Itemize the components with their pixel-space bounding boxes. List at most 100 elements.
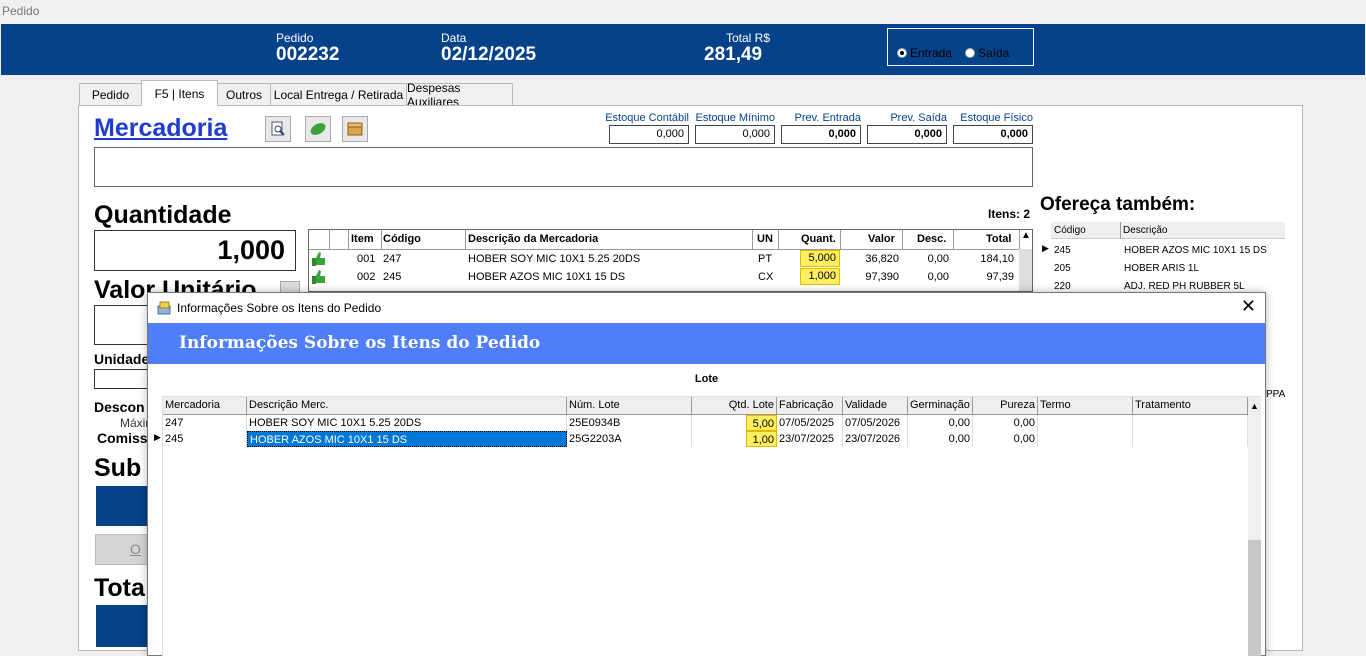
leaf-icon: [310, 123, 326, 135]
offer-row-codigo: 245: [1054, 245, 1071, 256]
radio-saida-label: Saída: [978, 46, 1010, 60]
row-mercadoria: 245: [163, 431, 247, 447]
offer-partial-text: PPA: [1266, 389, 1286, 400]
data-label: Data: [441, 31, 467, 45]
row-pointer-icon: ▶: [1042, 243, 1049, 253]
row-codigo: 245: [383, 271, 402, 283]
window-title: Pedido: [2, 4, 40, 18]
estoque-contabil-field[interactable]: 0,000: [609, 125, 689, 144]
mercadoria-description-field[interactable]: [94, 147, 1033, 187]
box-icon: [347, 122, 363, 136]
row-item: 002: [357, 271, 376, 283]
subtotal-label: Sub: [94, 454, 142, 482]
row-pureza: 0,00: [973, 431, 1038, 447]
row-germinacao: 0,00: [908, 415, 973, 431]
pedido-value: 002232: [276, 44, 340, 65]
comissao-label: Comiss: [97, 430, 148, 446]
lot-info-dialog: Informações Sobre os Itens do Pedido ✕ I…: [147, 292, 1266, 656]
total-value: 281,49: [704, 44, 763, 65]
scroll-up-icon[interactable]: ▲: [1019, 230, 1032, 249]
radio-selected-icon: [897, 48, 907, 58]
tab-outros[interactable]: Outros: [217, 83, 271, 105]
prev-saida-field[interactable]: 0,000: [867, 125, 947, 144]
close-icon[interactable]: ✕: [1241, 296, 1256, 317]
row-un: CX: [758, 271, 774, 283]
lote-scrollbar-track[interactable]: [1248, 415, 1261, 656]
offer-row-descricao: HOBER AZOS MIC 10X1 15 DS: [1124, 245, 1267, 256]
leaf-button[interactable]: [305, 116, 331, 142]
row-tratamento: [1133, 431, 1248, 447]
scroll-up-icon[interactable]: ▲: [1248, 397, 1261, 415]
estoque-contabil-label: Estoque Contábil: [605, 112, 689, 124]
offer-col-codigo: Código: [1054, 225, 1086, 236]
quantidade-label: Quantidade: [94, 201, 232, 229]
ok-button[interactable]: O: [95, 534, 151, 565]
pedido-label: Pedido: [276, 31, 314, 45]
prev-entrada-label: Prev. Entrada: [794, 112, 861, 124]
row-validade: 23/07/2026: [843, 431, 908, 447]
col-descricao: Descrição da Mercadoria: [468, 233, 599, 245]
offer-col-descricao: Descrição: [1123, 225, 1168, 236]
estoque-fisico-field[interactable]: 0,000: [953, 125, 1033, 144]
col-tratamento: Tratamento: [1133, 397, 1248, 415]
col-qtd-lote: Qtd. Lote: [692, 397, 777, 415]
desconto-label: Descon: [94, 399, 145, 415]
lote-grid: Mercadoria Descrição Merc. Núm. Lote Qtd…: [154, 396, 1261, 656]
row-mercadoria: 247: [163, 415, 247, 431]
offer-row-descricao: HOBER ARIS 1L: [1124, 263, 1200, 274]
tab-local-entrega[interactable]: Local Entrega / Retirada: [270, 83, 407, 105]
lote-section-label: Lote: [694, 373, 719, 385]
radio-entrada-label: Entrada: [910, 46, 953, 60]
row-pointer-icon: ▶: [154, 432, 161, 442]
tab-itens[interactable]: F5 | Itens: [141, 80, 218, 106]
col-num-lote: Núm. Lote: [567, 397, 692, 415]
items-grid: Item Código Descrição da Mercadoria UN Q…: [308, 229, 1033, 292]
radio-entrada[interactable]: Entrada: [897, 46, 952, 60]
estoque-fisico-label: Estoque Físico: [960, 112, 1033, 124]
col-quant: Quant.: [801, 233, 836, 245]
row-descricao: HOBER SOY MIC 10X1 5.25 20DS: [247, 415, 567, 431]
row-lote: 25E0934B: [567, 415, 692, 431]
estoque-minimo-field[interactable]: 0,000: [695, 125, 775, 144]
tab-pedido[interactable]: Pedido: [79, 83, 142, 105]
subtotal-value-box: [96, 486, 151, 526]
mercadoria-link[interactable]: Mercadoria: [94, 114, 227, 143]
unidade-input[interactable]: [94, 369, 154, 389]
lote-scrollbar-thumb[interactable]: [1248, 540, 1261, 656]
col-pureza: Pureza: [973, 397, 1038, 415]
row-codigo: 247: [383, 253, 402, 265]
row-valor: 97,390: [865, 271, 899, 283]
col-valor: Valor: [868, 233, 895, 245]
radio-saida[interactable]: Saída: [965, 46, 1009, 60]
order-header: Pedido 002232 Data 02/12/2025 Total R$ 2…: [1, 24, 1365, 75]
box-button[interactable]: [342, 116, 368, 142]
prev-saida-label: Prev. Saída: [890, 112, 947, 124]
row-quant: 1,000: [800, 268, 840, 285]
col-mercadoria: Mercadoria: [163, 397, 247, 415]
quantidade-input[interactable]: 1,000: [94, 230, 296, 271]
row-quant: 5,000: [800, 250, 840, 267]
dialog-titlebar: Informações Sobre os Itens do Pedido ✕: [148, 293, 1265, 323]
tab-despesas[interactable]: Despesas Auxiliares: [406, 81, 513, 109]
row-tratamento: [1133, 415, 1248, 431]
col-fabricacao: Fabricação: [777, 397, 843, 415]
row-valor: 36,820: [865, 253, 899, 265]
valor-unitario-input[interactable]: [94, 305, 154, 345]
col-germinacao: Germinação: [908, 397, 973, 415]
dialog-title: Informações Sobre os Itens do Pedido: [177, 301, 382, 315]
row-termo: [1038, 431, 1133, 447]
row-desc: 0,00: [927, 271, 949, 283]
row-termo: [1038, 415, 1133, 431]
row-item: 001: [357, 253, 376, 265]
row-total: 184,10: [980, 253, 1014, 265]
radio-unselected-icon: [965, 48, 975, 58]
col-descricao-merc: Descrição Merc.: [247, 397, 567, 415]
offer-row-codigo: 220: [1054, 281, 1071, 292]
offer-row-codigo: 205: [1054, 263, 1071, 274]
entry-exit-radio-group: Entrada Saída: [887, 28, 1034, 66]
prev-entrada-field[interactable]: 0,000: [781, 125, 861, 144]
search-product-button[interactable]: [265, 116, 291, 142]
thumbs-up-icon: [312, 270, 325, 284]
offer-title: Ofereça também:: [1040, 194, 1196, 215]
items-scrollbar[interactable]: [1019, 249, 1032, 291]
